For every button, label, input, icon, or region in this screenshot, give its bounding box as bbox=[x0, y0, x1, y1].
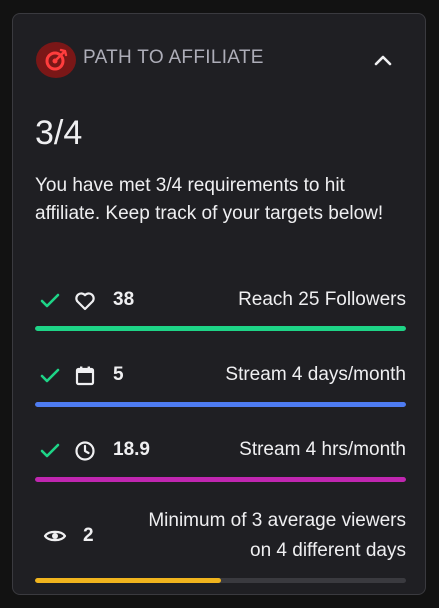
progress-bar-fill bbox=[35, 477, 406, 482]
progress-bar bbox=[35, 578, 406, 583]
requirement-row: 38 Reach 25 Followers bbox=[35, 286, 406, 316]
check-icon bbox=[39, 442, 61, 460]
goal-target-icon bbox=[36, 42, 76, 78]
eye-icon bbox=[43, 524, 67, 548]
requirement-value: 5 bbox=[113, 364, 124, 385]
requirement-label-line-2: on 4 different days bbox=[250, 540, 406, 561]
progress-bar-fill bbox=[35, 578, 221, 583]
requirement-value: 38 bbox=[113, 289, 135, 310]
progress-bar bbox=[35, 477, 406, 482]
requirement-value: 2 bbox=[83, 525, 94, 546]
requirements-progress-count: 3/4 bbox=[35, 114, 83, 152]
check-icon bbox=[39, 367, 61, 385]
heart-icon bbox=[73, 289, 97, 313]
requirement-row: 2 Minimum of 3 average viewers on 4 diff… bbox=[35, 506, 406, 568]
chevron-up-icon[interactable] bbox=[371, 50, 395, 70]
requirements-description: You have met 3/4 requirements to hit aff… bbox=[35, 175, 384, 224]
calendar-icon bbox=[73, 364, 97, 388]
affiliate-progress-card: PATH TO AFFILIATE 3/4 You have met 3/4 r… bbox=[12, 13, 426, 595]
progress-bar bbox=[35, 326, 406, 331]
progress-bar-fill bbox=[35, 326, 406, 331]
requirement-label: Reach 25 Followers bbox=[238, 289, 406, 310]
progress-bar bbox=[35, 402, 406, 407]
requirement-row: 18.9 Stream 4 hrs/month bbox=[35, 436, 406, 466]
check-icon bbox=[39, 292, 61, 310]
clock-icon bbox=[73, 439, 97, 463]
requirement-row: 5 Stream 4 days/month bbox=[35, 361, 406, 391]
card-header: PATH TO AFFILIATE bbox=[13, 14, 425, 106]
requirement-label-line-1: Minimum of 3 average viewers bbox=[148, 510, 406, 531]
requirement-label: Stream 4 days/month bbox=[225, 364, 406, 385]
progress-bar-fill bbox=[35, 402, 406, 407]
requirement-value: 18.9 bbox=[113, 439, 150, 460]
requirement-label: Stream 4 hrs/month bbox=[239, 439, 406, 460]
card-title: PATH TO AFFILIATE bbox=[83, 47, 264, 68]
